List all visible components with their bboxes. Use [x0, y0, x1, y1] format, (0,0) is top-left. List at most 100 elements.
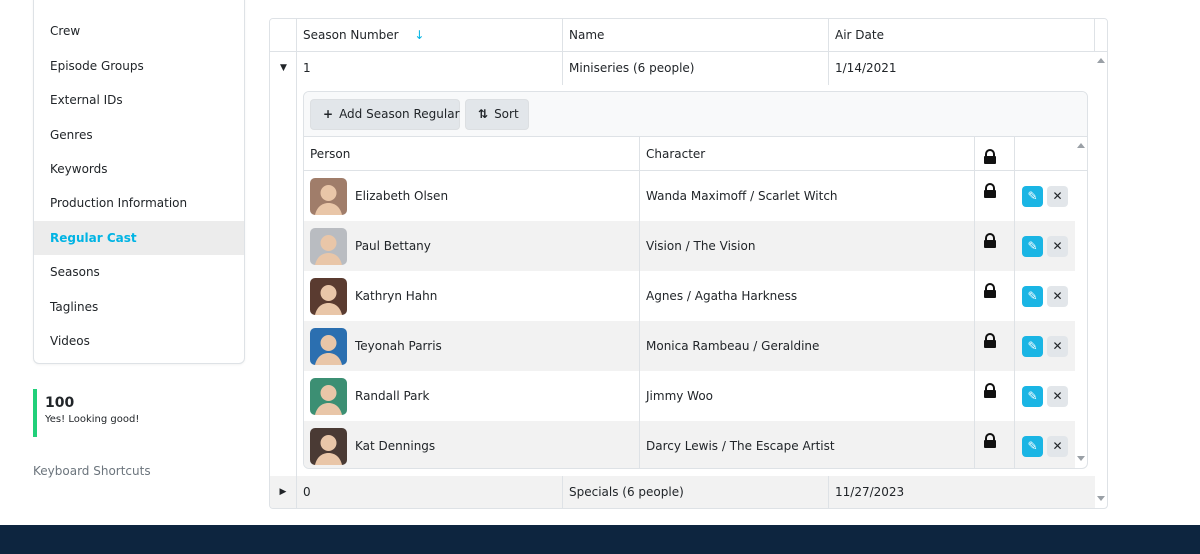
score-value: 100 [45, 395, 75, 411]
site-footer [0, 525, 1200, 554]
column-season-number[interactable]: Season Number ↓ [297, 19, 563, 52]
person-cell: Kat Dennings [304, 421, 640, 468]
edit-pencil-icon[interactable]: ✎ [1022, 286, 1043, 307]
character-cell: Darcy Lewis / The Escape Artist [640, 421, 975, 468]
character-cell: Vision / The Vision [640, 221, 975, 271]
sidebar-item-taglines[interactable]: Taglines [34, 290, 244, 324]
person-cell: Elizabeth Olsen [304, 171, 640, 221]
person-cell: Kathryn Hahn [304, 271, 640, 321]
lock-cell [975, 221, 1015, 271]
keyboard-shortcuts-link[interactable]: Keyboard Shortcuts [33, 464, 151, 478]
lock-cell [975, 321, 1015, 371]
character-cell: Agnes / Agatha Harkness [640, 271, 975, 321]
cast-toolbar: + Add Season Regular ⇅ Sort [304, 92, 1087, 137]
lock-cell [975, 421, 1015, 468]
scroll-up-arrow-icon[interactable] [1077, 143, 1085, 148]
season-number-cell: 1 [297, 52, 563, 85]
seasons-table-header: Season Number ↓ Name Air Date [270, 19, 1107, 52]
sort-label: Sort [494, 107, 519, 121]
sidebar-item-episode-groups[interactable]: Episode Groups [34, 49, 244, 83]
add-season-regular-button[interactable]: + Add Season Regular [310, 99, 460, 130]
character-cell: Jimmy Woo [640, 371, 975, 421]
lock-icon[interactable] [983, 233, 997, 249]
lock-icon[interactable] [983, 283, 997, 299]
character-name: Agnes / Agatha Harkness [646, 289, 798, 303]
lock-icon[interactable] [983, 433, 997, 449]
sort-icon: ⇅ [478, 107, 489, 121]
column-name[interactable]: Name [563, 19, 829, 52]
edit-pencil-icon[interactable]: ✎ [1022, 336, 1043, 357]
character-name: Jimmy Woo [646, 389, 714, 403]
lock-icon[interactable] [983, 383, 997, 399]
table-row[interactable]: ▼ 1 Miniseries (6 people) 1/14/2021 [270, 52, 1095, 85]
sidebar-item-keywords[interactable]: Keywords [34, 152, 244, 186]
actions-cell: ✎ ✕ [1015, 171, 1075, 221]
person-name[interactable]: Kathryn Hahn [355, 271, 437, 321]
character-name: Wanda Maximoff / Scarlet Witch [646, 189, 838, 203]
column-air-date[interactable]: Air Date [829, 19, 1095, 52]
expander-gutter [270, 52, 297, 508]
avatar [310, 378, 347, 415]
expander-header [270, 19, 297, 52]
column-person[interactable]: Person [304, 137, 640, 171]
edit-pencil-icon[interactable]: ✎ [1022, 436, 1043, 457]
edit-pencil-icon[interactable]: ✎ [1022, 386, 1043, 407]
person-cell: Teyonah Parris [304, 321, 640, 371]
person-name[interactable]: Randall Park [355, 371, 429, 421]
actions-cell: ✎ ✕ [1015, 421, 1075, 468]
sort-button[interactable]: ⇅ Sort [465, 99, 529, 130]
person-cell: Paul Bettany [304, 221, 640, 271]
table-row: Kat Dennings Darcy Lewis / The Escape Art… [304, 421, 1075, 468]
actions-cell: ✎ ✕ [1015, 271, 1075, 321]
collapsed-caret-icon[interactable]: ▶ [270, 476, 297, 508]
sidebar-item-regular-cast[interactable]: Regular Cast [34, 221, 244, 255]
sidebar-item-production-information[interactable]: Production Information [34, 186, 244, 220]
outer-scrollbar[interactable] [1095, 52, 1107, 508]
character-name: Darcy Lewis / The Escape Artist [646, 439, 835, 453]
sidebar-item-genres[interactable]: Genres [34, 118, 244, 152]
actions-cell: ✎ ✕ [1015, 371, 1075, 421]
delete-x-icon[interactable]: ✕ [1047, 386, 1068, 407]
sidebar-item-seasons[interactable]: Seasons [34, 255, 244, 289]
expanded-caret-icon[interactable]: ▼ [270, 52, 297, 85]
delete-x-icon[interactable]: ✕ [1047, 436, 1068, 457]
lock-icon[interactable] [983, 333, 997, 349]
actions-cell: ✎ ✕ [1015, 321, 1075, 371]
person-name[interactable]: Elizabeth Olsen [355, 171, 448, 221]
character-cell: Monica Rambeau / Geraldine [640, 321, 975, 371]
table-row: Elizabeth Olsen Wanda Maximoff / Scarlet … [304, 171, 1075, 221]
scroll-down-arrow-icon[interactable] [1097, 496, 1105, 501]
score-message: Yes! Looking good! [45, 414, 140, 425]
actions-cell: ✎ ✕ [1015, 221, 1075, 271]
person-name[interactable]: Teyonah Parris [355, 321, 442, 371]
sidebar-item-external-ids[interactable]: External IDs [34, 83, 244, 117]
table-row[interactable]: ▶ 0 Specials (6 people) 11/27/2023 [270, 476, 1095, 508]
sidebar-menu: Crew Episode Groups External IDs Genres … [33, 0, 245, 364]
column-lock [975, 137, 1015, 171]
scroll-up-arrow-icon[interactable] [1097, 58, 1105, 63]
edit-pencil-icon[interactable]: ✎ [1022, 236, 1043, 257]
person-name[interactable]: Paul Bettany [355, 221, 431, 271]
person-name[interactable]: Kat Dennings [355, 421, 435, 468]
table-row: Randall Park Jimmy Woo ✎ ✕ [304, 371, 1075, 421]
delete-x-icon[interactable]: ✕ [1047, 336, 1068, 357]
scroll-down-arrow-icon[interactable] [1077, 456, 1085, 461]
avatar [310, 278, 347, 315]
sidebar-item-videos[interactable]: Videos [34, 324, 244, 358]
table-row: Teyonah Parris Monica Rambeau / Geraldine… [304, 321, 1075, 371]
cast-scrollbar[interactable] [1075, 137, 1087, 468]
sidebar-item-crew[interactable]: Crew [34, 14, 244, 48]
edit-pencil-icon[interactable]: ✎ [1022, 186, 1043, 207]
season-air-date-cell: 11/27/2023 [835, 485, 905, 499]
delete-x-icon[interactable]: ✕ [1047, 286, 1068, 307]
character-name: Vision / The Vision [646, 239, 756, 253]
avatar [310, 428, 347, 465]
lock-cell [975, 271, 1015, 321]
column-character[interactable]: Character [640, 137, 975, 171]
delete-x-icon[interactable]: ✕ [1047, 236, 1068, 257]
delete-x-icon[interactable]: ✕ [1047, 186, 1068, 207]
character-cell: Wanda Maximoff / Scarlet Witch [640, 171, 975, 221]
season-number-cell: 0 [297, 476, 563, 508]
character-name: Monica Rambeau / Geraldine [646, 339, 820, 353]
lock-icon[interactable] [983, 183, 997, 199]
